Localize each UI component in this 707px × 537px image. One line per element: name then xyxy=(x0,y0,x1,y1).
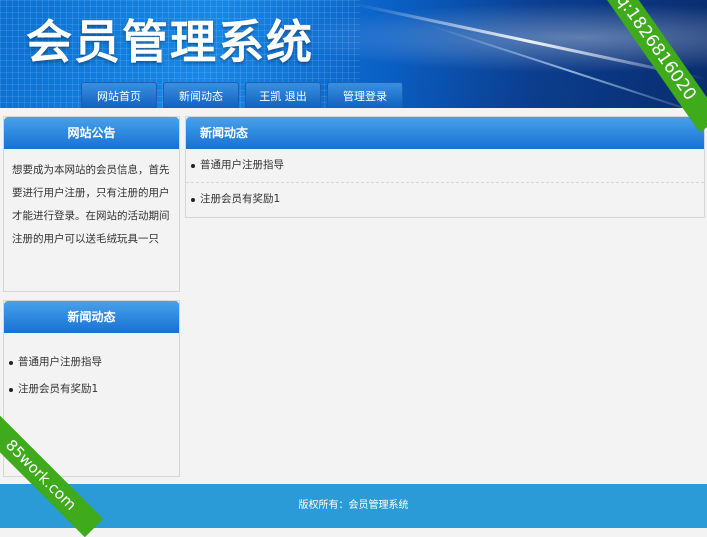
left-news-panel-title: 新闻动态 xyxy=(4,301,179,333)
main-news-list: 普通用户注册指导 注册会员有奖励1 xyxy=(186,149,704,216)
list-item[interactable]: 注册会员有奖励1 xyxy=(4,376,179,403)
header-banner: 会员管理系统 网站首页 新闻动态 王凯 退出 管理登录 xyxy=(0,0,707,108)
nav-user-logout[interactable]: 王凯 退出 xyxy=(245,82,321,108)
list-item[interactable]: 普通用户注册指导 xyxy=(4,349,179,376)
main-news-panel: 新闻动态 普通用户注册指导 注册会员有奖励1 xyxy=(185,116,705,218)
nav-news[interactable]: 新闻动态 xyxy=(163,82,239,108)
notice-text: 想要成为本网站的会员信息，首先要进行用户注册，只有注册的用户才能进行登录。在网站… xyxy=(12,164,170,245)
list-item[interactable]: 普通用户注册指导 xyxy=(186,149,704,183)
nav-admin-login[interactable]: 管理登录 xyxy=(327,82,403,108)
main-news-panel-title: 新闻动态 xyxy=(186,117,704,149)
main-nav: 网站首页 新闻动态 王凯 退出 管理登录 xyxy=(81,82,403,108)
list-item[interactable]: 注册会员有奖励1 xyxy=(186,183,704,216)
nav-home[interactable]: 网站首页 xyxy=(81,82,157,108)
site-title: 会员管理系统 xyxy=(26,15,314,69)
notice-panel: 网站公告 想要成为本网站的会员信息，首先要进行用户注册，只有注册的用户才能进行登… xyxy=(3,116,180,292)
notice-panel-title: 网站公告 xyxy=(4,117,179,149)
footer: 版权所有：会员管理系统 xyxy=(0,484,707,528)
left-news-list: 普通用户注册指导 注册会员有奖励1 xyxy=(4,349,179,403)
